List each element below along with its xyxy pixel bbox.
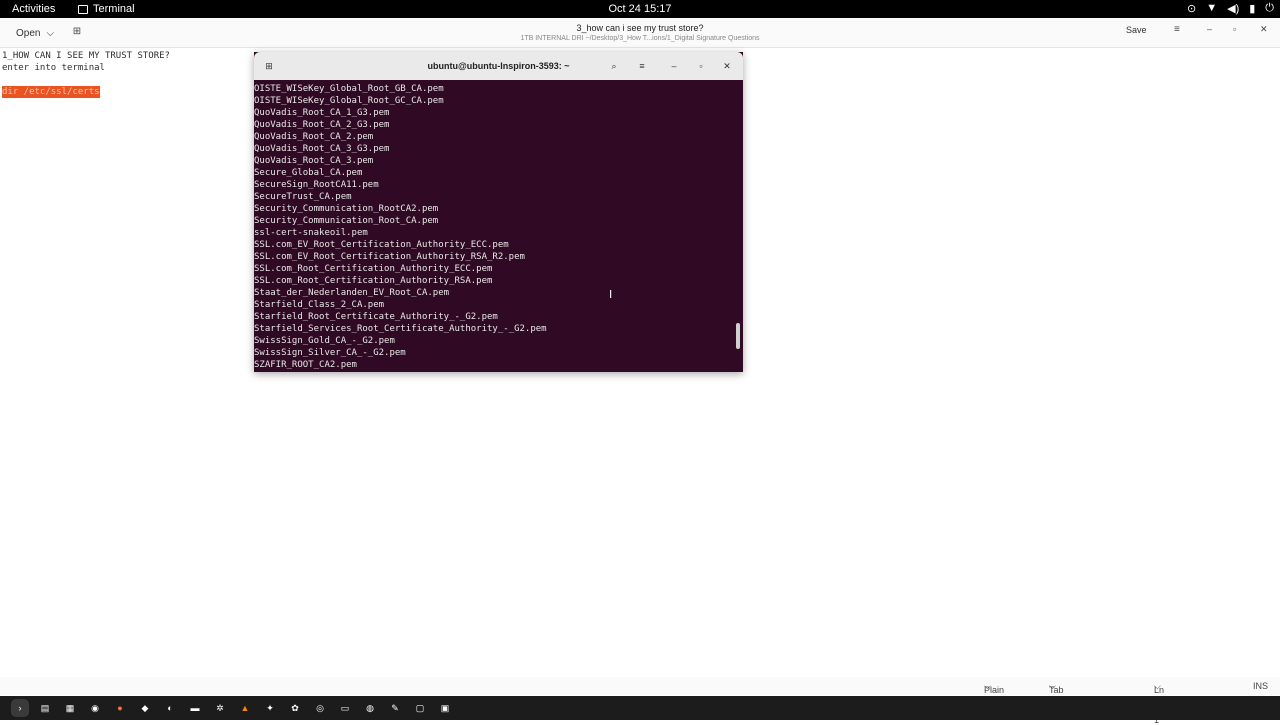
system-tray[interactable]: ⊙ ▼ ◀) ▮ ⏻: [1187, 2, 1274, 15]
maximize-icon[interactable]: ▫: [1233, 24, 1236, 34]
close-icon[interactable]: ✕: [1260, 24, 1268, 35]
terminal-line: Starfield_Services_Root_Certificate_Auth…: [254, 324, 547, 334]
app-icon[interactable]: ▣: [439, 702, 451, 714]
close-icon[interactable]: ✕: [719, 58, 735, 74]
firefox-icon[interactable]: ●: [114, 702, 126, 714]
power-icon: ⏻: [1265, 2, 1274, 14]
top-bar: Activities Terminal Oct 24 15:17 ⊙ ▼ ◀) …: [0, 0, 1280, 18]
hamburger-menu-icon[interactable]: ≡: [1174, 24, 1180, 35]
terminal-window[interactable]: ⊞ ubuntu@ubuntu-Inspiron-3593: ~ ⌕ ≡ – ▫…: [254, 52, 743, 372]
terminal-line: SSL.com_Root_Certification_Authority_RSA…: [254, 276, 493, 286]
minimize-icon[interactable]: –: [666, 58, 682, 74]
save-button[interactable]: Save: [1126, 25, 1147, 35]
terminal-line: Security_Communication_RootCA2.pem: [254, 204, 439, 214]
folder-icon[interactable]: ▦: [64, 702, 76, 714]
editor-line: enter into terminal: [2, 63, 105, 73]
app-icon[interactable]: ▬: [189, 702, 201, 714]
document-path: 1TB INTERNAL DRI ~/Desktop/3_How T...ion…: [520, 35, 760, 42]
maximize-icon[interactable]: ▫: [693, 58, 709, 74]
files-icon[interactable]: ▤: [39, 702, 51, 714]
terminal-line: SwissSign_Silver_CA_-_G2.pem: [254, 348, 406, 358]
app-icon[interactable]: ▭: [339, 702, 351, 714]
editor-icon[interactable]: ✎: [389, 702, 401, 714]
insert-mode-indicator: INS: [1253, 681, 1269, 691]
settings-icon[interactable]: ✲: [214, 702, 226, 714]
vlc-icon[interactable]: ▲: [239, 702, 251, 714]
editor-status-bar: Plain Text ⌵ Tab Width: 8 ⌵ Ln 4, Col 1 …: [0, 677, 1280, 725]
terminal-line: OISTE_WISeKey_Global_Root_GC_CA.pem: [254, 96, 444, 106]
cursor-position-selector[interactable]: Ln 4, Col 1 ⌵: [1154, 681, 1168, 725]
app-icon[interactable]: ◎: [314, 702, 326, 714]
app-icon[interactable]: ◍: [364, 702, 376, 714]
tab-width-selector[interactable]: Tab Width: 8 ⌵: [1049, 681, 1075, 715]
terminal-scrollbar[interactable]: [736, 323, 740, 349]
chrome-icon[interactable]: ◉: [89, 702, 101, 714]
terminal-line: Starfield_Class_2_CA.pem: [254, 300, 385, 310]
editor-header-bar: Open ⌵ ⊞ 3_how can i see my trust store?…: [0, 18, 1280, 48]
terminal-line: SSL.com_EV_Root_Certification_Authority_…: [254, 240, 509, 250]
terminal-line: QuoVadis_Root_CA_2.pem: [254, 132, 374, 142]
terminal-line: QuoVadis_Root_CA_3_G3.pem: [254, 144, 390, 154]
terminal-line: Staat_der_Nederlanden_EV_Root_CA.pem: [254, 288, 450, 298]
terminal-line: SSL.com_Root_Certification_Authority_ECC…: [254, 264, 493, 274]
language-selector[interactable]: Plain Text ⌵: [984, 681, 1004, 705]
clock[interactable]: Oct 24 15:17: [0, 3, 1280, 15]
volume-icon: ◀): [1227, 3, 1240, 15]
terminal-line: Secure_Global_CA.pem: [254, 168, 363, 178]
terminal-line: SecureSign_RootCA11.pem: [254, 180, 379, 190]
terminal-line: ssl-cert-snakeoil.pem: [254, 228, 368, 238]
terminal-line: QuoVadis_Root_CA_2_G3.pem: [254, 120, 390, 130]
terminal-header-bar[interactable]: ⊞ ubuntu@ubuntu-Inspiron-3593: ~ ⌕ ≡ – ▫…: [254, 52, 743, 80]
text-cursor-icon: I: [609, 288, 613, 301]
selected-editor-line: dir /etc/ssl/certs: [2, 86, 100, 98]
taskbar: › ▤ ▦ ◉ ● ◆ ◐ ▬ ✲ ▲ ✦ ✿ ◎ ▭ ◍ ✎ ▢ ▣: [0, 696, 1280, 720]
app-icon[interactable]: ◆: [139, 702, 151, 714]
app-icon[interactable]: ✿: [289, 702, 301, 714]
battery-icon: ▮: [1249, 3, 1256, 15]
terminal-line: QuoVadis_Root_CA_1_G3.pem: [254, 108, 390, 118]
minimize-icon[interactable]: –: [1207, 24, 1212, 34]
document-title: 3_how can i see my trust store?: [576, 23, 704, 33]
steam-icon[interactable]: ◐: [164, 702, 176, 714]
terminal-line: OISTE_WISeKey_Global_Root_GB_CA.pem: [254, 84, 444, 94]
terminal-line: SSL.com_EV_Root_Certification_Authority_…: [254, 252, 525, 262]
app-icon[interactable]: ✦: [264, 702, 276, 714]
terminal-line: SZAFIR_ROOT_CA2.pem: [254, 360, 357, 370]
editor-line: 1_HOW CAN I SEE MY TRUST STORE?: [2, 51, 170, 61]
terminal-line: Security_Communication_Root_CA.pem: [254, 216, 439, 226]
app-icon[interactable]: ▢: [414, 702, 426, 714]
terminal-icon[interactable]: ›: [11, 699, 29, 717]
terminal-output[interactable]: OISTE_WISeKey_Global_Root_GB_CA.pem OISTE…: [254, 83, 743, 371]
terminal-line: SwissSign_Gold_CA_-_G2.pem: [254, 336, 395, 346]
search-icon[interactable]: ⌕: [606, 58, 622, 74]
network-status-icon: ⊙: [1187, 3, 1197, 15]
terminal-line: SecureTrust_CA.pem: [254, 192, 352, 202]
terminal-line: Starfield_Root_Certificate_Authority_-_G…: [254, 312, 498, 322]
terminal-line: QuoVadis_Root_CA_3.pem: [254, 156, 374, 166]
hamburger-menu-icon[interactable]: ≡: [634, 58, 650, 74]
wifi-icon: ▼: [1206, 2, 1218, 14]
